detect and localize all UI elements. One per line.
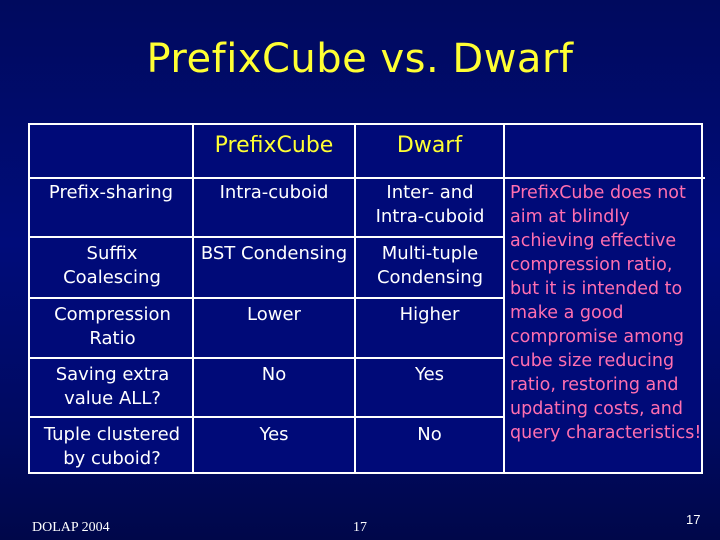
row-label: Suffix Coalescing [63, 243, 161, 288]
row-divider [30, 236, 503, 238]
prefixcube-cell: BST Condensing [200, 243, 348, 264]
prefixcube-cell: Intra-cuboid [219, 182, 329, 203]
dwarf-cell: Higher [399, 304, 460, 325]
dwarf-cell: Inter- and Intra-cuboid [375, 182, 485, 227]
comparison-table: PrefixCube Dwarf Prefix-sharing Intra-cu… [28, 123, 705, 474]
dwarf-cell: Multi-tuple Condensing [376, 243, 484, 288]
row-divider [30, 177, 705, 179]
row-label: Saving extra value ALL? [55, 364, 170, 409]
row-divider [30, 297, 503, 299]
row-label: Prefix-sharing [48, 182, 174, 203]
prefixcube-cell: Yes [259, 424, 289, 445]
row-divider [30, 416, 503, 418]
row-label: Compression Ratio [54, 304, 171, 349]
prefixcube-cell: Lower [247, 304, 301, 325]
side-note: PrefixCube does not aim at blindly achie… [510, 183, 702, 443]
dwarf-cell: Yes [414, 364, 445, 385]
dwarf-cell: No [417, 424, 442, 445]
footer-page-number: 17 [353, 520, 367, 535]
row-label: Tuple clustered by cuboid? [43, 424, 181, 469]
footer-conference: DOLAP 2004 [32, 520, 110, 535]
header-dwarf: Dwarf [396, 133, 463, 158]
prefixcube-cell: No [261, 364, 287, 385]
slide-number: 17 [686, 512, 701, 527]
slide-title: PrefixCube vs. Dwarf [146, 36, 574, 82]
row-divider [30, 357, 503, 359]
header-prefixcube: PrefixCube [214, 133, 334, 158]
